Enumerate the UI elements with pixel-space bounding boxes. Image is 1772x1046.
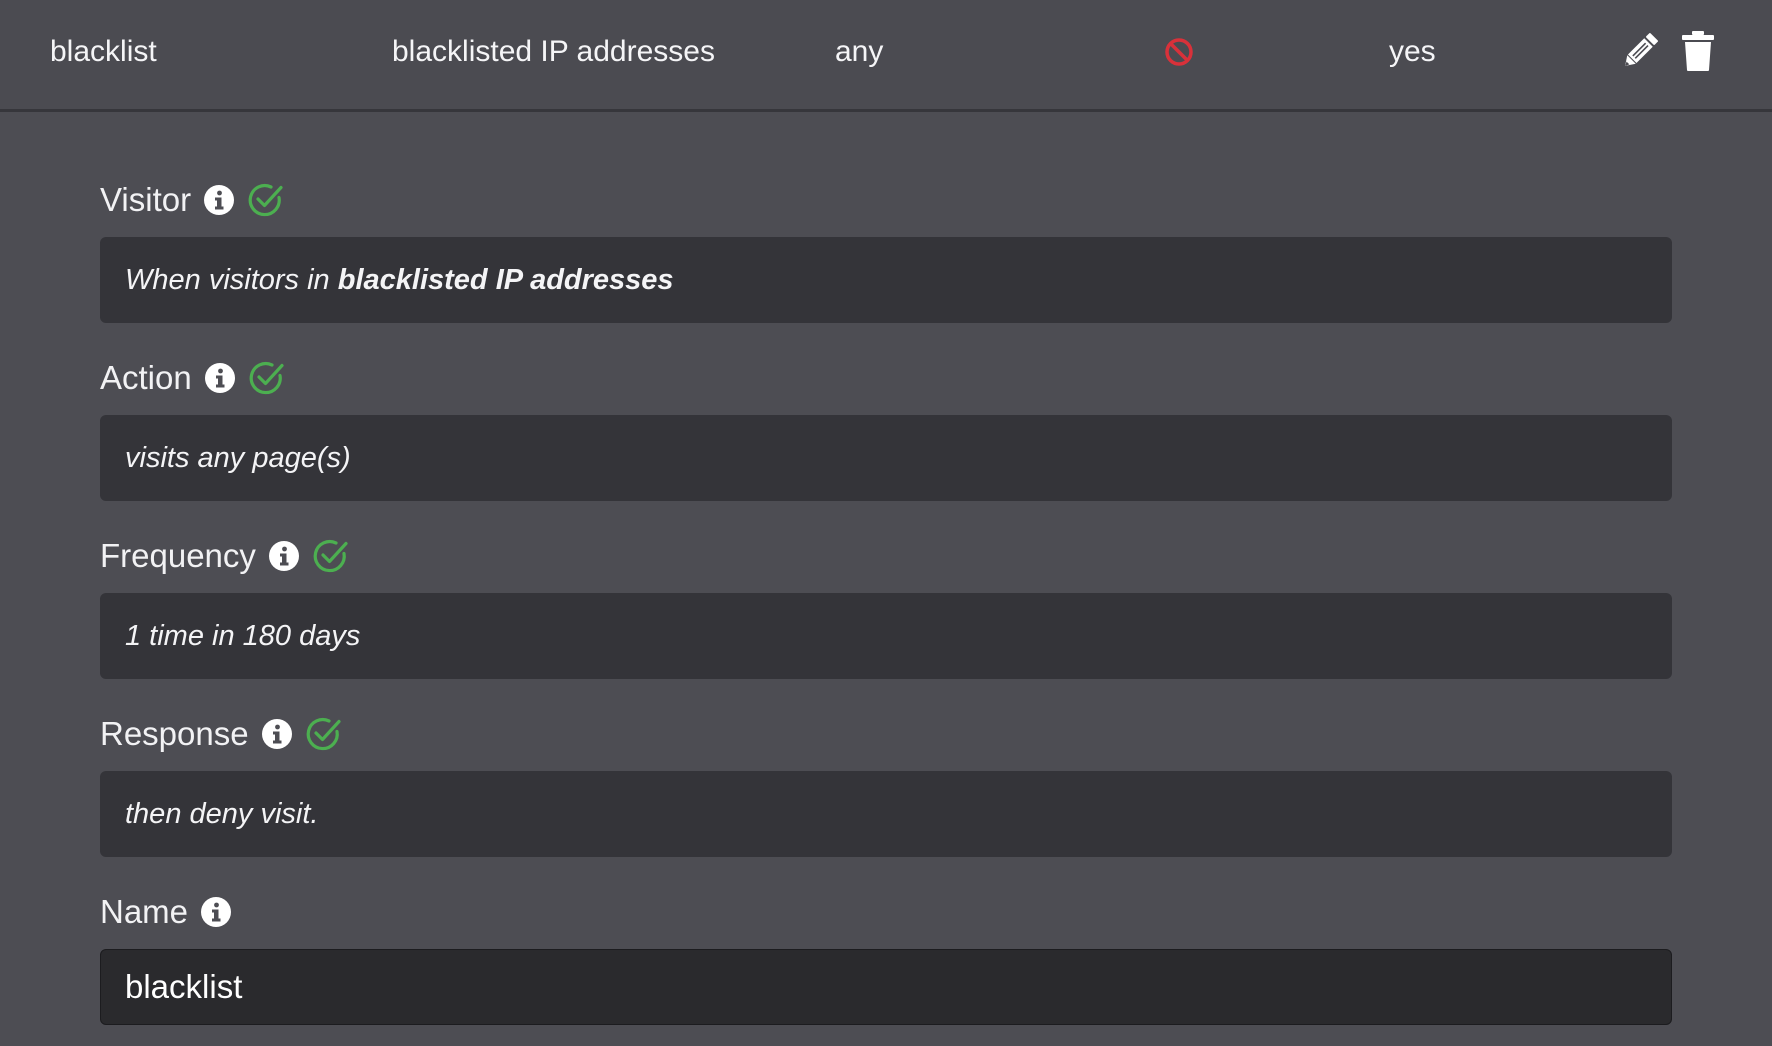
check-circle-icon: [249, 361, 284, 395]
check-circle-icon: [313, 539, 348, 573]
visitor-field: Visitor When visitors in blacklisted IP …: [100, 175, 1672, 323]
info-icon[interactable]: [204, 362, 236, 394]
visitor-label: Visitor: [100, 181, 192, 218]
trash-icon: [1682, 31, 1714, 71]
rule-name-cell: blacklist: [50, 35, 157, 68]
rule-enabled-cell: yes: [1389, 35, 1436, 68]
rule-detail-panel: Visitor When visitors in blacklisted IP …: [0, 115, 1772, 1046]
check-circle-icon: [306, 717, 341, 751]
name-field: Name: [100, 887, 1672, 1025]
info-icon[interactable]: [203, 184, 235, 216]
edit-button[interactable]: [1620, 30, 1660, 72]
frequency-summary[interactable]: 1 time in 180 days: [100, 593, 1672, 679]
response-summary[interactable]: then deny visit.: [100, 771, 1672, 857]
action-field: Action visits any page(s): [100, 353, 1672, 501]
rule-action-cell: any: [835, 35, 884, 68]
frequency-field: Frequency 1 time in 180 days: [100, 531, 1672, 679]
info-icon[interactable]: [268, 540, 300, 572]
pencil-icon: [1625, 33, 1658, 66]
frequency-label: Frequency: [100, 537, 256, 574]
info-icon[interactable]: [261, 718, 293, 750]
action-label: Action: [100, 359, 192, 396]
response-field: Response then deny visit.: [100, 709, 1672, 857]
rule-visitor-cell: blacklisted IP addresses: [392, 35, 715, 68]
rule-row[interactable]: blacklist blacklisted IP addresses any y…: [0, 0, 1772, 112]
info-icon[interactable]: [200, 896, 232, 928]
name-input[interactable]: [100, 949, 1672, 1025]
blocked-icon: [1160, 33, 1198, 71]
visitor-summary[interactable]: When visitors in blacklisted IP addresse…: [100, 237, 1672, 323]
delete-button[interactable]: [1680, 30, 1716, 72]
action-summary[interactable]: visits any page(s): [100, 415, 1672, 501]
response-label: Response: [100, 715, 249, 752]
name-label: Name: [100, 893, 189, 930]
check-circle-icon: [248, 183, 283, 217]
